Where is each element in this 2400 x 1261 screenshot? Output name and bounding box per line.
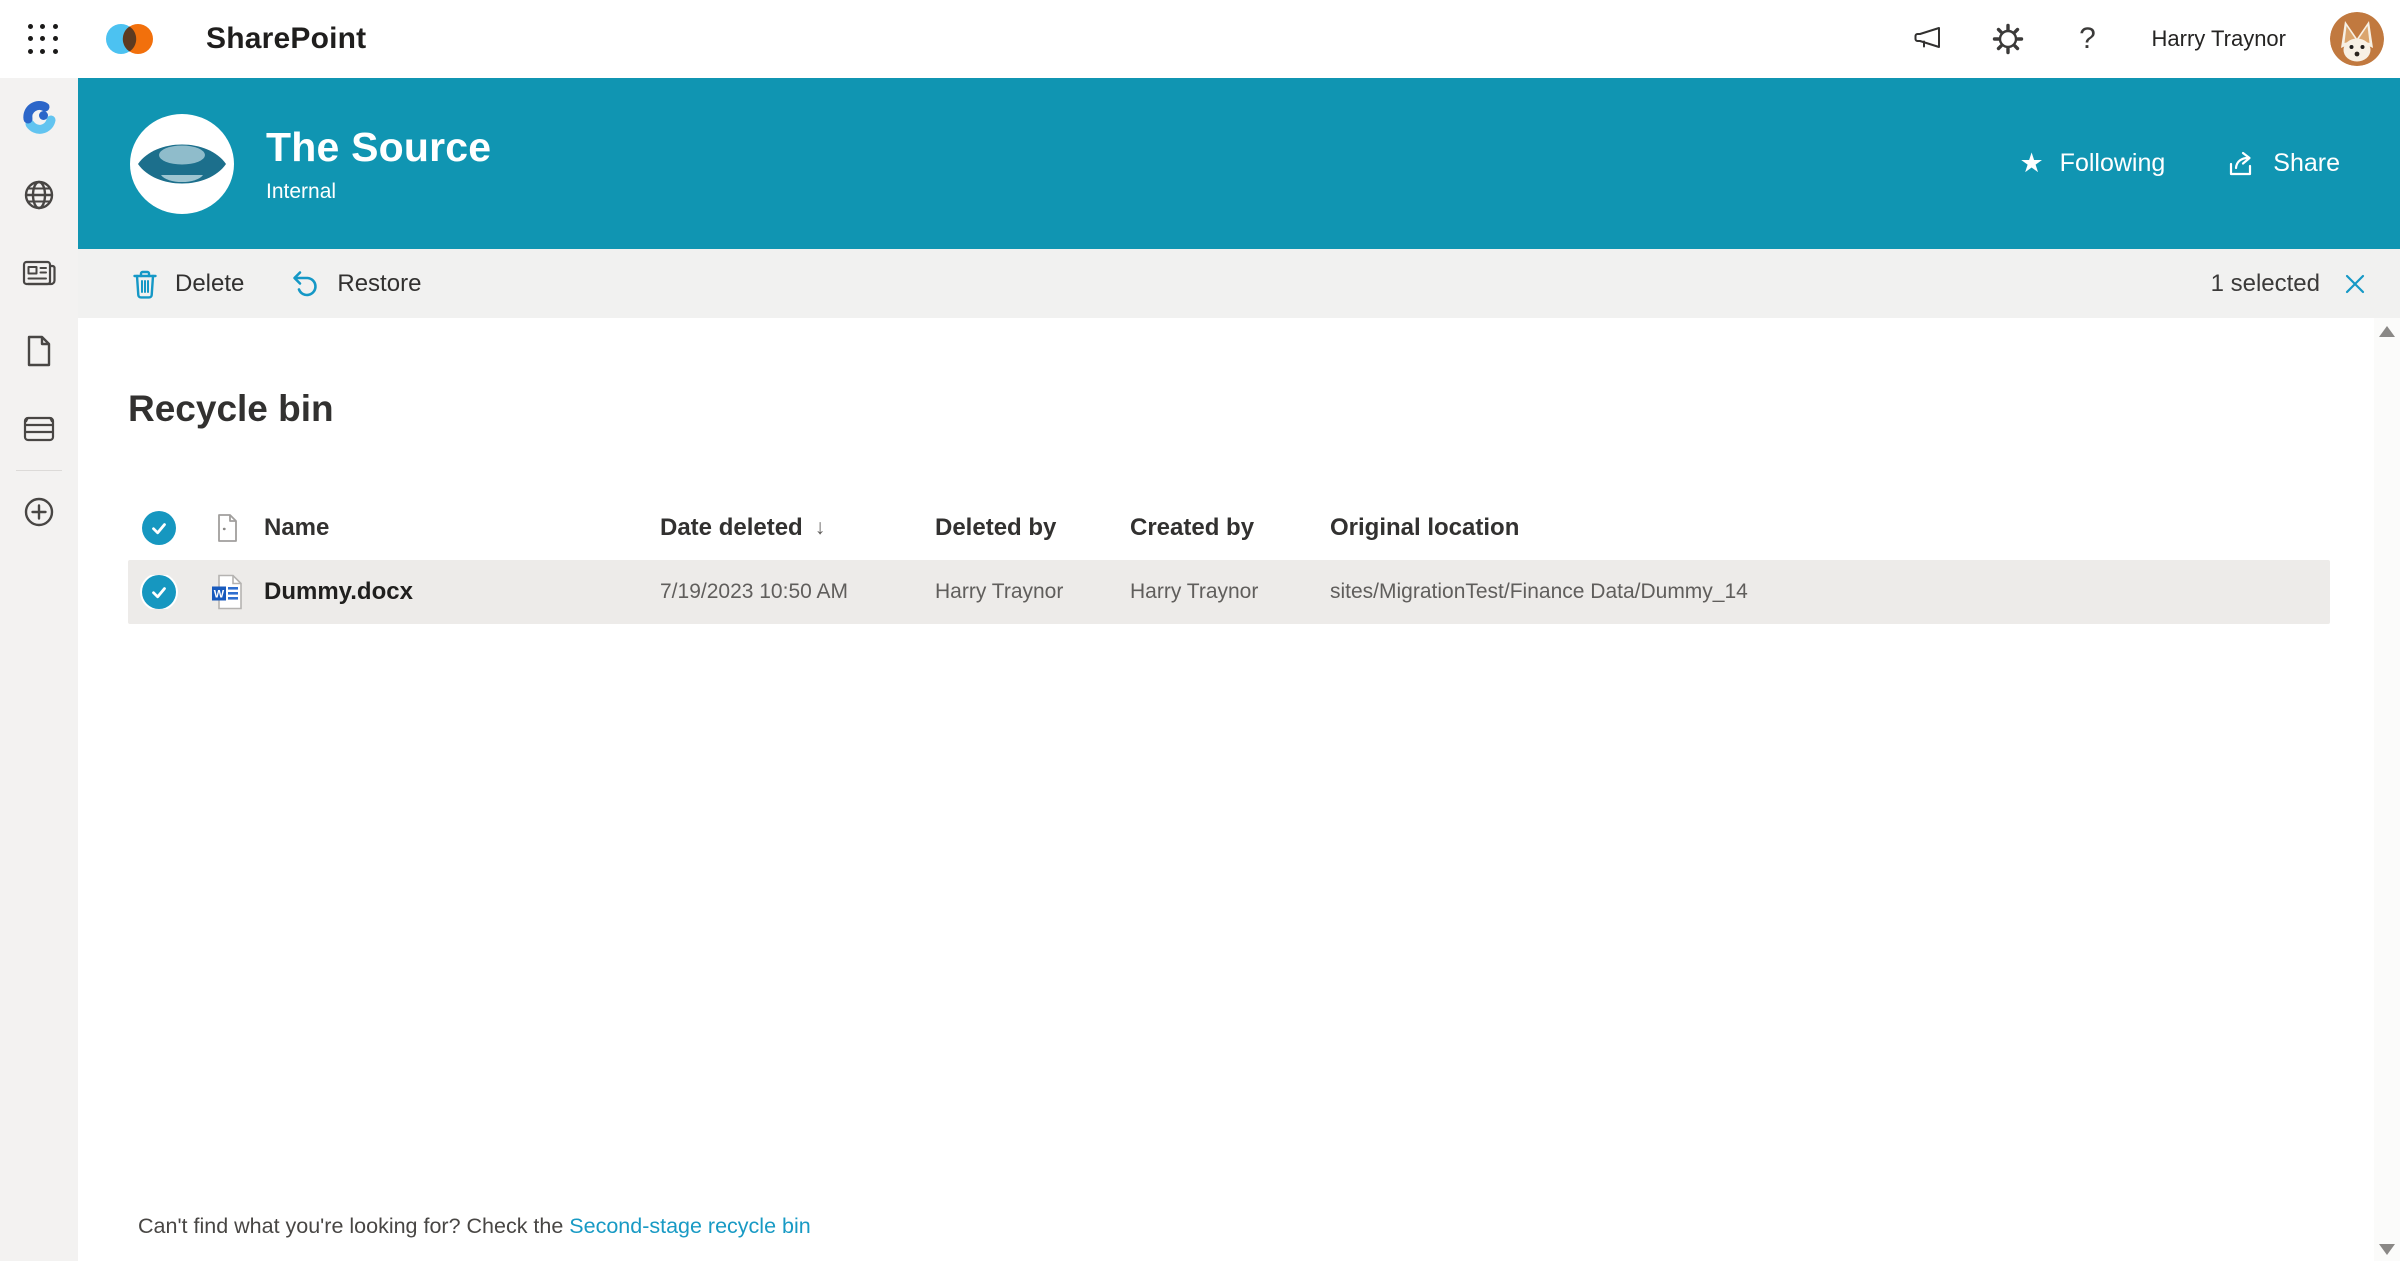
delete-label: Delete	[175, 269, 245, 297]
restore-button[interactable]: Restore	[290, 268, 421, 300]
scroll-up-icon[interactable]	[2379, 326, 2395, 337]
footer-note: Can't find what you're looking for? Chec…	[138, 1214, 811, 1239]
site-logo[interactable]	[128, 112, 236, 216]
select-all-checkbox[interactable]	[142, 511, 176, 545]
app-name[interactable]: SharePoint	[206, 22, 366, 56]
deleted-by-value: Harry Traynor	[935, 580, 1064, 603]
column-header-original-location[interactable]: Original location	[1330, 514, 2330, 542]
column-header-date-deleted[interactable]: Date deleted ↓	[660, 514, 935, 542]
page-title: Recycle bin	[128, 388, 334, 429]
user-avatar[interactable]	[2330, 12, 2384, 66]
app-launcher-icon[interactable]	[24, 20, 62, 58]
sidebar-item-news[interactable]	[0, 234, 78, 312]
help-glyph: ?	[2079, 22, 2096, 55]
recycle-bin-content: Recycle bin Name Date deleted ↓ Deleted …	[78, 318, 2400, 1261]
star-icon: ★	[2019, 148, 2044, 178]
clear-selection-button[interactable]	[2340, 269, 2370, 299]
sidebar-divider	[16, 470, 62, 471]
help-icon[interactable]: ?	[2070, 21, 2106, 57]
site-header: The Source Internal ★ Following Share	[78, 78, 2400, 249]
share-button[interactable]: Share	[2225, 149, 2340, 179]
recycle-bin-table: Name Date deleted ↓ Deleted by Created b…	[128, 502, 2330, 624]
selection-status: 1 selected	[2210, 269, 2320, 297]
left-app-rail	[0, 78, 78, 1261]
svg-text:W: W	[214, 589, 225, 601]
trash-icon	[130, 268, 160, 300]
sidebar-item-pages[interactable]	[0, 312, 78, 390]
file-name[interactable]: Dummy.docx	[264, 578, 660, 606]
original-location-value: sites/MigrationTest/Finance Data/Dummy_1…	[1330, 580, 1748, 603]
restore-icon	[290, 268, 322, 300]
command-bar: Delete Restore 1 selected	[78, 249, 2400, 318]
user-name[interactable]: Harry Traynor	[2152, 26, 2286, 52]
sidebar-item-sites[interactable]	[0, 156, 78, 234]
settings-gear-icon[interactable]	[1990, 21, 2026, 57]
restore-label: Restore	[337, 269, 422, 297]
following-button[interactable]: ★ Following	[2019, 149, 2165, 178]
site-subtitle: Internal	[266, 179, 337, 203]
megaphone-icon[interactable]	[1910, 21, 1946, 57]
top-bar: SharePoint ? Harry Traynor	[0, 0, 2400, 78]
date-deleted-value: 7/19/2023 10:50 AM	[660, 580, 848, 603]
file-type-column-icon[interactable]	[215, 513, 239, 543]
created-by-value: Harry Traynor	[1130, 580, 1259, 603]
delete-button[interactable]: Delete	[130, 268, 244, 300]
word-document-icon: W	[211, 574, 243, 610]
sidebar-item-lists[interactable]	[0, 390, 78, 468]
site-title[interactable]: The Source	[266, 124, 491, 171]
following-label: Following	[2059, 149, 2166, 177]
column-header-deleted-by[interactable]: Deleted by	[935, 514, 1130, 542]
column-header-name[interactable]: Name	[264, 514, 660, 542]
scroll-down-icon[interactable]	[2379, 1244, 2395, 1255]
org-logo-icon[interactable]	[104, 20, 156, 58]
vertical-scrollbar[interactable]	[2374, 318, 2400, 1261]
row-checkbox-checked[interactable]	[142, 575, 176, 609]
share-icon	[2225, 149, 2257, 179]
share-label: Share	[2273, 149, 2340, 177]
table-header-row: Name Date deleted ↓ Deleted by Created b…	[128, 502, 2330, 554]
sort-descending-icon: ↓	[814, 516, 826, 539]
second-stage-recycle-bin-link[interactable]: Second-stage recycle bin	[569, 1214, 810, 1238]
sidebar-item-home[interactable]	[0, 78, 78, 156]
column-header-created-by[interactable]: Created by	[1130, 514, 1330, 542]
table-row[interactable]: W Dummy.docx 7/19/2023 10:50 AM Harry Tr…	[128, 560, 2330, 624]
sidebar-item-create[interactable]	[0, 473, 78, 551]
footer-text: Can't find what you're looking for? Chec…	[138, 1214, 570, 1238]
